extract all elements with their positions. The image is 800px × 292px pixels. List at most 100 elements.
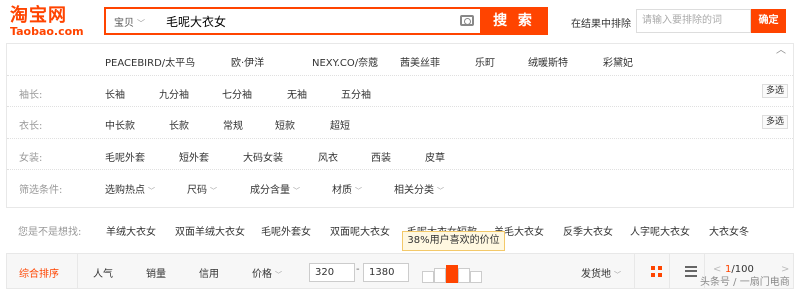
histogram-bar[interactable] [458,268,470,283]
sleeve-row: 袖长: 长袖 九分袖 七分袖 无袖 五分袖 多选 [7,76,793,107]
chevron-down-icon: ﹀ [210,187,217,195]
suggestion-link[interactable]: 反季大衣女 [563,223,613,238]
suggestion-label: 您是不是想找: [18,227,82,238]
chevron-down-icon: ﹀ [137,19,145,28]
suggestion-row: 您是不是想找: 羊绒大衣女 双面羊绒大衣女 毛呢外套女 双面呢大衣女 毛呢大衣女… [6,212,794,244]
condition-label: 成分含量 [250,185,290,196]
chevron-down-icon: ﹀ [614,271,621,279]
search-type-label: 宝贝 [114,18,134,29]
womens-option[interactable]: 大码女装 [243,149,283,164]
brand-item[interactable]: 乐町 [475,54,495,69]
womens-row: 女装: 毛呢外套 短外套 大码女装 风衣 西装 皮草 [7,139,793,170]
grid-cell [658,273,662,277]
length-option[interactable]: 长款 [169,117,189,132]
length-option[interactable]: 短款 [275,117,295,132]
sleeve-option[interactable]: 长袖 [105,86,125,101]
multi-select-button[interactable]: 多选 [762,115,788,129]
suggestion-link[interactable]: 人字呢大衣女 [630,223,690,238]
womens-option[interactable]: 西装 [371,149,391,164]
row-label: 衣长: [19,121,43,132]
length-option[interactable]: 中长款 [105,117,135,132]
sleeve-option[interactable]: 无袖 [287,86,307,101]
divider [669,254,670,288]
chevron-down-icon: ﹀ [355,187,362,195]
price-min-input[interactable]: 320 [309,263,355,282]
price-max-input[interactable]: 1380 [363,263,409,282]
watermark: 头条号 / 一扇门电商 [700,277,790,288]
logo-english: Taobao.com [10,25,84,38]
multi-select-button[interactable]: 多选 [762,84,788,98]
condition-label: 尺码 [187,185,207,196]
sort-sales[interactable]: 销量 [146,265,166,280]
search-type-dropdown[interactable]: 宝贝 ﹀ [114,14,145,29]
brand-item[interactable]: 茜美丝菲 [400,54,440,69]
grid-cell [658,266,662,270]
sort-credit[interactable]: 信用 [199,265,219,280]
exclude-label: 在结果中排除 [571,19,631,30]
chevron-down-icon: ﹀ [148,187,155,195]
price-dash: - [356,264,360,275]
brand-row: PEACEBIRD/太平鸟 欧·伊洋 NEXY.CO/奈蔻 茜美丝菲 乐町 绒暖… [7,44,793,76]
filter-panel: PEACEBIRD/太平鸟 欧·伊洋 NEXY.CO/奈蔻 茜美丝菲 乐町 绒暖… [6,43,794,208]
suggestion-link[interactable]: 双面呢大衣女 [330,223,390,238]
list-view-icon[interactable] [685,266,697,277]
conditions-row: 筛选条件: 选购热点 ﹀ 尺码 ﹀ 成分含量 ﹀ 材质 ﹀ 相关分类 ﹀ [7,170,793,208]
price-tooltip: 38%用户喜欢的价位 [402,231,505,251]
grid-cell [651,273,655,277]
ship-from-dropdown[interactable]: 发货地 ﹀ [581,265,621,280]
condition-dropdown[interactable]: 选购热点 ﹀ [105,181,155,196]
length-option[interactable]: 常规 [223,117,243,132]
length-row: 衣长: 中长款 长款 常规 短款 超短 多选 [7,107,793,139]
condition-label: 相关分类 [394,185,434,196]
sort-price[interactable]: 价格 ﹀ [252,265,282,280]
suggestion-link[interactable]: 大衣女冬 [709,223,749,238]
womens-option[interactable]: 毛呢外套 [105,149,145,164]
womens-option[interactable]: 皮草 [425,149,445,164]
histogram-bar-selected[interactable] [446,265,458,283]
confirm-button[interactable]: 确定 [751,9,786,33]
suggestion-link[interactable]: 毛呢外套女 [261,223,311,238]
histogram-bar[interactable] [422,271,434,283]
sleeve-option[interactable]: 五分袖 [341,86,371,101]
divider [634,254,635,288]
sort-default[interactable]: 综合排序 [19,265,59,280]
logo-chinese: 淘宝网 [10,5,67,26]
histogram-bar[interactable] [470,271,482,283]
brand-item[interactable]: 欧·伊洋 [231,54,264,69]
search-box: 宝贝 ﹀ 毛呢大衣女 搜 索 [104,7,548,35]
condition-dropdown[interactable]: 尺码 ﹀ [187,181,217,196]
camera-icon[interactable] [460,15,474,26]
brand-item[interactable]: 绒暖斯特 [528,54,568,69]
womens-option[interactable]: 短外套 [179,149,209,164]
sort-price-label: 价格 [252,269,272,280]
chevron-down-icon: ﹀ [293,187,300,195]
collapse-icon[interactable]: ︿ [776,41,786,56]
search-input[interactable]: 毛呢大衣女 [166,13,226,30]
womens-option[interactable]: 风衣 [318,149,338,164]
brand-item[interactable]: NEXY.CO/奈蔻 [312,54,378,69]
length-option[interactable]: 超短 [330,117,350,132]
search-button[interactable]: 搜 索 [480,7,548,35]
condition-dropdown[interactable]: 成分含量 ﹀ [250,181,300,196]
sort-popularity[interactable]: 人气 [93,265,113,280]
grid-cell [651,266,655,270]
row-label: 筛选条件: [19,185,63,196]
brand-item[interactable]: PEACEBIRD/太平鸟 [105,54,195,69]
suggestion-link[interactable]: 羊绒大衣女 [106,223,156,238]
exclude-input[interactable]: 请输入要排除的词 [636,9,751,33]
condition-label: 材质 [332,185,352,196]
divider [77,254,78,288]
condition-dropdown[interactable]: 材质 ﹀ [332,181,362,196]
sort-bar: 综合排序 人气 销量 信用 价格 ﹀ 320 - 1380 发货地 ﹀ < 1/10… [6,253,794,289]
ship-from-label: 发货地 [581,269,611,280]
sleeve-option[interactable]: 七分袖 [222,86,252,101]
sleeve-option[interactable]: 九分袖 [159,86,189,101]
row-label: 女装: [19,153,43,164]
suggestion-link[interactable]: 双面羊绒大衣女 [175,223,245,238]
taobao-logo[interactable]: 淘宝网 Taobao.com [10,6,90,38]
chevron-down-icon: ﹀ [437,187,444,195]
condition-dropdown[interactable]: 相关分类 ﹀ [394,181,444,196]
brand-item[interactable]: 彩黛妃 [603,54,633,69]
grid-view-icon[interactable] [651,266,663,278]
histogram-bar[interactable] [434,268,446,283]
